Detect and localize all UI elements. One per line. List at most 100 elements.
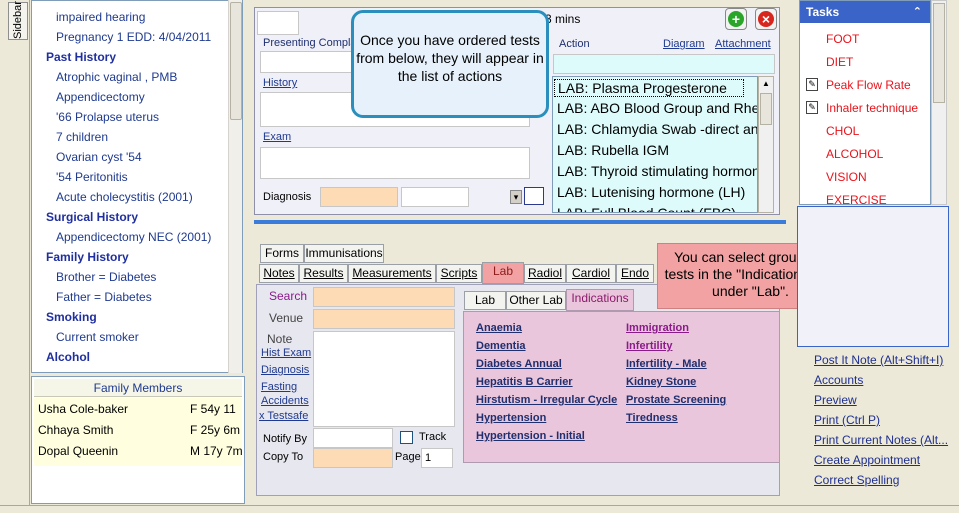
scroll-up-icon[interactable]: ▲	[759, 79, 773, 91]
diagnosis-input[interactable]	[320, 187, 398, 207]
action-link[interactable]: Print Current Notes (Alt...	[814, 433, 948, 447]
tab-endo[interactable]: Endo	[616, 264, 654, 283]
action-link[interactable]: Create Appointment	[814, 453, 920, 467]
action-link[interactable]: Print (Ctrl P)	[814, 413, 880, 427]
history-item[interactable]: Pregnancy 1 EDD: 4/04/2011	[56, 30, 211, 44]
venue-input[interactable]	[313, 309, 455, 329]
family-member-name[interactable]: Dopal Queenin	[38, 444, 118, 458]
edit-task-icon[interactable]: ✎	[806, 101, 818, 114]
history-item[interactable]: Regular drinker	[56, 370, 138, 372]
diagnosis-code-input[interactable]	[401, 187, 469, 207]
hist-exam-link[interactable]: Hist Exam	[261, 347, 311, 359]
edit-task-icon[interactable]: ✎	[806, 78, 818, 91]
history-label[interactable]: History	[263, 77, 297, 89]
actions-scrollbar[interactable]: ▲	[758, 76, 774, 213]
exam-input[interactable]	[260, 147, 530, 179]
add-button[interactable]: +	[725, 8, 747, 30]
testsafe-link[interactable]: x Testsafe	[259, 410, 308, 422]
task-item[interactable]: FOOT	[826, 32, 859, 46]
history-item[interactable]: Appendicectomy	[56, 90, 145, 104]
history-item[interactable]: '54 Peritonitis	[56, 170, 128, 184]
action-item[interactable]: LAB: Full Blood Count (FBC)	[557, 205, 736, 212]
history-heading[interactable]: Smoking	[46, 310, 97, 324]
history-item[interactable]: impaired hearing	[56, 10, 145, 24]
diagram-header[interactable]: Diagram	[663, 38, 705, 50]
collapse-icon[interactable]: ⌃	[913, 1, 922, 23]
copy-to-input[interactable]	[313, 448, 393, 468]
history-scrollbar[interactable]	[228, 0, 242, 373]
history-item[interactable]: '66 Prolapse uterus	[56, 110, 159, 124]
indication-link[interactable]: Hypertension - Initial	[476, 430, 585, 442]
history-heading[interactable]: Alcohol	[46, 350, 90, 364]
track-checkbox[interactable]	[400, 431, 413, 444]
indication-link[interactable]: Dementia	[476, 340, 526, 352]
tab-notes[interactable]: Notes	[259, 264, 299, 283]
scrollbar-thumb[interactable]	[230, 2, 242, 120]
action-item[interactable]: LAB: Rubella IGM	[557, 142, 669, 158]
action-item[interactable]: LAB: ABO Blood Group and Rhe	[557, 100, 757, 116]
indication-link[interactable]: Diabetes Annual	[476, 358, 562, 370]
action-link[interactable]: Accounts	[814, 373, 863, 387]
exam-label[interactable]: Exam	[263, 131, 291, 143]
history-item[interactable]: 7 children	[56, 130, 108, 144]
history-heading[interactable]: Past History	[46, 50, 116, 64]
history-item[interactable]: Appendicectomy NEC (2001)	[56, 230, 211, 244]
subtab-other-lab[interactable]: Other Lab	[506, 291, 566, 310]
indication-link[interactable]: Hepatitis B Carrier	[476, 376, 573, 388]
indication-link[interactable]: Kidney Stone	[626, 376, 696, 388]
family-member-name[interactable]: Chhaya Smith	[38, 423, 113, 437]
task-item[interactable]: EXERCISE	[826, 193, 887, 207]
indication-link[interactable]: Anaemia	[476, 322, 522, 334]
action-item[interactable]: LAB: Lutenising hormone (LH)	[557, 184, 745, 200]
notify-by-input[interactable]	[313, 428, 393, 448]
action-input[interactable]	[553, 54, 775, 74]
note-input[interactable]	[313, 331, 455, 427]
history-item[interactable]: Father = Diabetes	[56, 290, 152, 304]
task-item[interactable]: ALCOHOL	[826, 147, 883, 161]
tasks-scrollbar[interactable]	[931, 0, 947, 205]
indication-link[interactable]: Immigration	[626, 322, 689, 334]
history-item[interactable]: Acute cholecystitis (2001)	[56, 190, 193, 204]
scrollbar-thumb[interactable]	[933, 3, 945, 103]
sidebar-tab[interactable]: Sidebar	[8, 1, 28, 40]
history-item[interactable]: Atrophic vaginal , PMB	[56, 70, 177, 84]
tab-measurements[interactable]: Measurements	[348, 264, 436, 283]
presenting-complaint-input[interactable]	[260, 51, 352, 73]
tab-scripts[interactable]: Scripts	[436, 264, 482, 283]
history-item[interactable]: Current smoker	[56, 330, 139, 344]
panel-splitter[interactable]	[254, 220, 786, 224]
family-member-name[interactable]: Usha Cole-baker	[38, 402, 128, 416]
tab-cardiol[interactable]: Cardiol	[566, 264, 616, 283]
history-heading[interactable]: Surgical History	[46, 210, 138, 224]
diagnosis-button[interactable]	[524, 187, 544, 205]
accidents-link[interactable]: Accidents	[261, 395, 309, 407]
history-item[interactable]: Diabetes mellitus	[56, 1, 147, 4]
scrollbar-thumb[interactable]	[760, 93, 772, 125]
tab-lab[interactable]: Lab	[482, 262, 524, 284]
action-item[interactable]: LAB: Thyroid stimulating hormon	[557, 163, 757, 179]
task-item[interactable]: DIET	[826, 55, 853, 69]
indication-link[interactable]: Hypertension	[476, 412, 546, 424]
action-item[interactable]: LAB: Chlamydia Swab -direct ant	[557, 121, 757, 137]
indication-link[interactable]: Hirstutism - Irregular Cycle	[476, 394, 617, 406]
task-item[interactable]: Peak Flow Rate	[826, 78, 911, 92]
subtab-indications[interactable]: Indications	[566, 289, 634, 311]
tab-immunisations[interactable]: Immunisations	[304, 244, 384, 263]
consult-tab-blank[interactable]	[257, 11, 299, 35]
action-link[interactable]: Post It Note (Alt+Shift+I)	[814, 353, 943, 367]
indication-link[interactable]: Infertility - Male	[626, 358, 707, 370]
task-item[interactable]: Inhaler technique	[826, 101, 918, 115]
indication-link[interactable]: Tiredness	[626, 412, 678, 424]
action-link[interactable]: Correct Spelling	[814, 473, 899, 487]
tab-radiol[interactable]: Radiol	[524, 264, 566, 283]
diagnosis-link[interactable]: Diagnosis	[261, 364, 309, 376]
cancel-button[interactable]: ×	[755, 8, 777, 30]
subtab-lab[interactable]: Lab	[464, 291, 506, 310]
action-link[interactable]: Preview	[814, 393, 857, 407]
tab-forms[interactable]: Forms	[260, 244, 304, 263]
indication-link[interactable]: Infertility	[626, 340, 672, 352]
page-stepper[interactable]: 1	[421, 448, 453, 468]
indication-link[interactable]: Prostate Screening	[626, 394, 726, 406]
fasting-link[interactable]: Fasting	[261, 381, 297, 393]
attachment-header[interactable]: Attachment	[715, 38, 771, 50]
